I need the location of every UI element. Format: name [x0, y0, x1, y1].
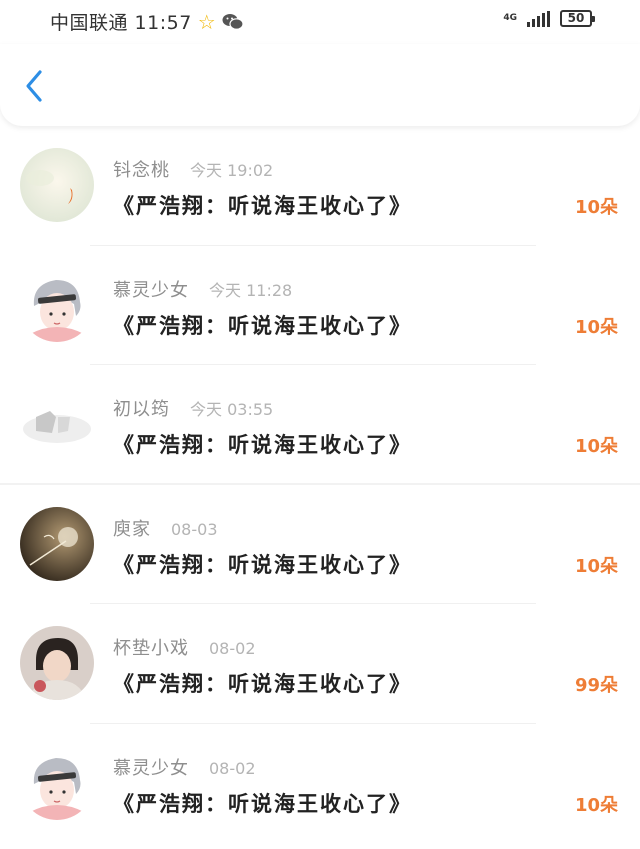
gift-amount: 10朵	[574, 436, 618, 457]
work-title: 《严浩翔：听说海王收心了》	[113, 552, 412, 577]
work-title: 《严浩翔：听说海王收心了》	[113, 313, 412, 338]
gift-list: 钭念桃 今天 19:02 《严浩翔：听说海王收心了》 10朵 慕灵少女 今天 1…	[0, 126, 640, 843]
signal-icon	[527, 10, 550, 27]
list-item[interactable]: 初以筠 今天 03:55 《严浩翔：听说海王收心了》 10朵	[0, 365, 640, 485]
work-title: 《严浩翔：听说海王收心了》	[113, 433, 412, 457]
battery-icon: 50	[560, 10, 595, 27]
gift-amount: 10朵	[574, 197, 618, 218]
timestamp: 今天 03:55	[190, 400, 274, 419]
back-button[interactable]	[14, 64, 54, 108]
timestamp: 今天 11:28	[209, 280, 293, 300]
timestamp: 08-03	[171, 519, 218, 539]
gift-amount: 10朵	[574, 316, 618, 338]
status-bar: 中国联通 11:57 ☆ 4G 50	[0, 0, 640, 44]
top-nav-bar	[0, 44, 640, 126]
star-icon: ☆	[197, 9, 217, 34]
user-name: 初以筠	[113, 399, 170, 420]
status-indicators: 4G 50	[503, 10, 595, 27]
list-item[interactable]: 庾家 08-03 《严浩翔：听说海王收心了》 10朵	[0, 485, 640, 604]
gift-amount: 10朵	[574, 555, 618, 577]
user-name: 慕灵少女	[113, 279, 189, 301]
chevron-left-icon	[26, 70, 42, 102]
avatar[interactable]	[20, 745, 94, 820]
list-item[interactable]: 钭念桃 今天 19:02 《严浩翔：听说海王收心了》 10朵	[0, 126, 640, 246]
gift-amount: 10朵	[574, 794, 618, 816]
user-name: 钭念桃	[113, 160, 170, 181]
gift-amount: 99朵	[574, 675, 618, 696]
user-name: 庾家	[113, 518, 151, 540]
work-title: 《严浩翔：听说海王收心了》	[113, 194, 412, 218]
avatar[interactable]	[20, 387, 94, 461]
timestamp: 08-02	[209, 758, 256, 778]
list-item[interactable]: 杯垫小戏 08-02 《严浩翔：听说海王收心了》 99朵	[0, 604, 640, 724]
timestamp: 08-02	[209, 639, 256, 658]
carrier-time-label: 中国联通 11:57	[50, 12, 192, 34]
network-label: 4G	[503, 13, 517, 23]
work-title: 《严浩翔：听说海王收心了》	[113, 672, 412, 696]
avatar[interactable]	[20, 506, 94, 581]
work-title: 《严浩翔：听说海王收心了》	[113, 791, 412, 816]
list-item[interactable]: 慕灵少女 08-02 《严浩翔：听说海王收心了》 10朵	[0, 724, 640, 844]
avatar[interactable]	[20, 267, 94, 342]
carrier-time: 中国联通 11:57 ☆	[50, 8, 244, 35]
avatar[interactable]	[20, 626, 94, 700]
user-name: 慕灵少女	[113, 757, 189, 779]
wechat-icon	[222, 13, 244, 30]
avatar[interactable]	[20, 148, 94, 222]
user-name: 杯垫小戏	[113, 638, 189, 659]
timestamp: 今天 19:02	[190, 161, 274, 180]
list-item[interactable]: 慕灵少女 今天 11:28 《严浩翔：听说海王收心了》 10朵	[0, 246, 640, 365]
